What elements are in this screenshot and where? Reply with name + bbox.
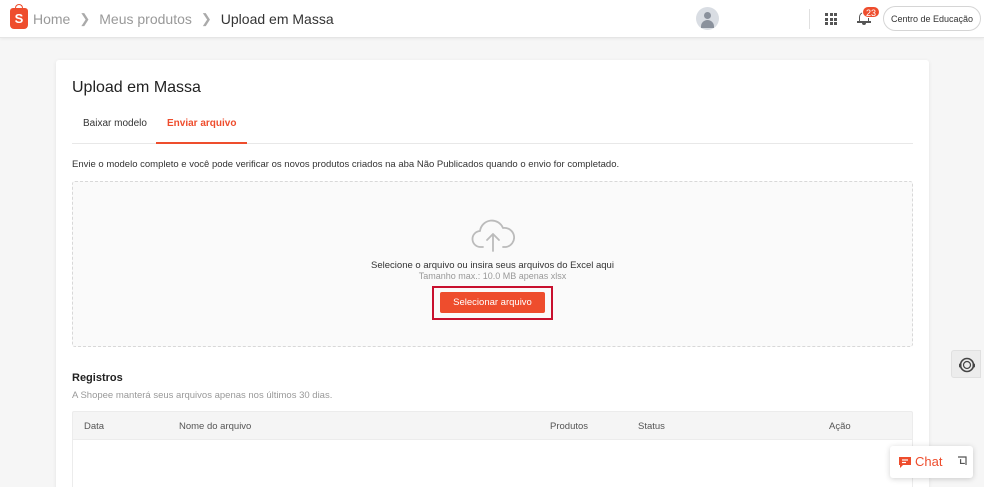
- tab-download-template[interactable]: Baixar modelo: [72, 112, 158, 144]
- column-products: Produtos: [550, 421, 589, 432]
- header-divider: [809, 9, 810, 29]
- apps-grid-icon[interactable]: [825, 13, 837, 25]
- file-dropzone[interactable]: Selecione o arquivo ou insira seus arqui…: [72, 181, 913, 347]
- column-date: Data: [84, 421, 105, 432]
- records-title: Registros: [72, 372, 123, 384]
- breadcrumb-home[interactable]: Home: [33, 11, 70, 27]
- notification-badge: 23: [862, 6, 881, 18]
- chevron-right-icon: ❯: [200, 11, 212, 26]
- records-subtitle: A Shopee manterá seus arquivos apenas no…: [72, 390, 333, 401]
- breadcrumb-current: Upload em Massa: [220, 11, 334, 27]
- records-table-body: [72, 439, 913, 487]
- records-table-header: Data Nome do arquivo Produtos Status Açã…: [72, 411, 913, 440]
- cloud-upload-icon: [471, 219, 515, 252]
- support-button[interactable]: [951, 350, 981, 378]
- chevron-right-icon: ❯: [79, 11, 91, 26]
- breadcrumb-meus-produtos[interactable]: Meus produtos: [99, 11, 192, 27]
- chat-bubble-icon: [899, 457, 911, 468]
- upload-card: Upload em Massa Baixar modelo Enviar arq…: [56, 60, 929, 487]
- education-center-button[interactable]: Centro de Educação: [883, 6, 981, 31]
- tab-bar: Baixar modelo Enviar arquivo: [72, 112, 913, 144]
- tab-send-file[interactable]: Enviar arquivo: [156, 112, 248, 144]
- dropzone-instruction: Selecione o arquivo ou insira seus arqui…: [371, 260, 614, 271]
- column-status: Status: [638, 421, 665, 432]
- page-title: Upload em Massa: [72, 79, 201, 96]
- breadcrumb: Home ❯ Meus produtos ❯ Upload em Massa: [33, 11, 334, 27]
- chat-label: Chat: [915, 454, 943, 469]
- user-avatar-icon[interactable]: [696, 7, 719, 30]
- shopee-logo-icon[interactable]: S: [10, 4, 28, 29]
- headset-icon: [959, 357, 975, 373]
- dropzone-file-limit: Tamanho max.: 10.0 MB apenas xlsx: [418, 271, 567, 281]
- chat-widget[interactable]: Chat: [890, 446, 973, 478]
- top-bar: S Home ❯ Meus produtos ❯ Upload em Massa…: [0, 0, 984, 38]
- column-file-name: Nome do arquivo: [179, 421, 252, 432]
- column-action: Ação: [829, 421, 851, 432]
- upload-description: Envie o modelo completo e você pode veri…: [72, 159, 620, 170]
- select-file-button[interactable]: Selecionar arquivo: [440, 292, 545, 313]
- minimize-icon[interactable]: [956, 455, 968, 467]
